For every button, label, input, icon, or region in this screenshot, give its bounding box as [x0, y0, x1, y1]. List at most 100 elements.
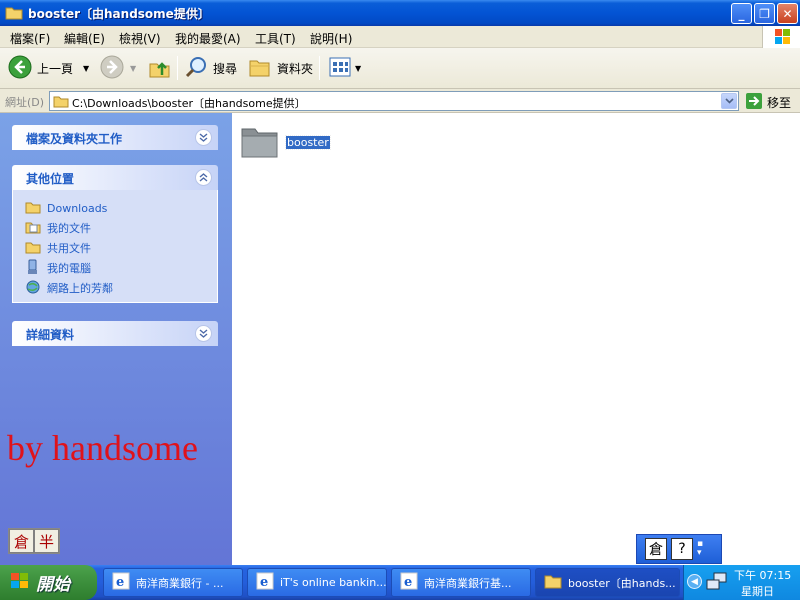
expand-chevron-icon[interactable]	[195, 325, 212, 342]
ie-icon: e	[112, 572, 130, 593]
ime-language-button[interactable]: 倉	[645, 538, 667, 560]
place-link-network-places[interactable]: 網路上的芳鄰	[25, 278, 217, 298]
menu-favorites[interactable]: 我的最愛(A)	[175, 30, 241, 47]
views-dropdown-icon: ▼	[355, 63, 362, 73]
place-label: Downloads	[47, 201, 108, 215]
folder-icon	[5, 5, 23, 23]
help-button[interactable]: ?	[671, 538, 693, 560]
task-label: booster〔由hands...	[568, 576, 676, 590]
maximize-button[interactable]: ❐	[754, 3, 775, 24]
forward-button[interactable]: ▼	[100, 54, 136, 82]
place-label: 網路上的芳鄰	[47, 282, 113, 295]
folders-button[interactable]: 資料夾	[248, 54, 313, 82]
details-panel: 詳細資料	[12, 321, 218, 346]
shared-folder-icon	[25, 240, 41, 257]
place-link-downloads[interactable]: Downloads	[25, 198, 217, 218]
forward-dropdown-icon[interactable]: ▼	[130, 64, 136, 73]
menu-view[interactable]: 檢視(V)	[119, 30, 161, 47]
menu-tools[interactable]: 工具(T)	[255, 30, 296, 47]
clock-day: 星期日	[741, 585, 774, 598]
folder-item[interactable]: booster	[240, 123, 331, 162]
large-folder-icon	[240, 123, 280, 162]
ie-icon: e	[400, 572, 418, 593]
place-link-my-computer[interactable]: 我的電腦	[25, 258, 217, 278]
back-button[interactable]: 上一頁 ▼	[8, 54, 89, 82]
windows-logo-icon	[762, 26, 800, 48]
system-tray: ◀ 下午 07:15 星期日	[683, 565, 800, 600]
my-documents-icon	[25, 220, 41, 237]
up-folder-icon	[148, 55, 172, 82]
language-bar: 倉 ? ▪ ▾	[636, 534, 722, 564]
go-arrow-icon	[745, 92, 763, 113]
title-bar[interactable]: booster〔由handsome提供〕 _ ❐ ✕	[0, 0, 800, 26]
minimize-button[interactable]: _	[731, 3, 752, 24]
taskbar-item-ie-3[interactable]: e 南洋商業銀行基...	[391, 568, 531, 597]
folders-label: 資料夾	[277, 61, 314, 76]
details-header[interactable]: 詳細資料	[12, 321, 218, 346]
forward-arrow-icon	[100, 55, 124, 82]
address-label: 網址(D)	[5, 96, 45, 109]
svg-text:e: e	[260, 575, 268, 590]
network-icon[interactable]	[706, 572, 728, 595]
file-tasks-title: 檔案及資料夾工作	[26, 132, 123, 146]
go-button[interactable]: 移至	[745, 92, 791, 113]
tray-expand-icon[interactable]: ◀	[687, 574, 702, 589]
other-places-header[interactable]: 其他位置	[12, 165, 218, 190]
file-tasks-header[interactable]: 檔案及資料夾工作	[12, 125, 218, 150]
place-label: 共用文件	[47, 242, 91, 255]
place-label: 我的文件	[47, 222, 91, 235]
menu-help[interactable]: 說明(H)	[310, 30, 352, 47]
svg-text:e: e	[404, 575, 412, 590]
my-computer-icon	[25, 259, 41, 278]
ime-half-width-button[interactable]: 半	[34, 529, 59, 553]
start-label: 開始	[36, 575, 70, 595]
views-button[interactable]: ▼	[329, 54, 361, 82]
up-folder-button[interactable]	[148, 54, 172, 82]
address-input[interactable]: C:\Downloads\booster〔由handsome提供〕	[49, 91, 739, 111]
ime-input-mode-button[interactable]: 倉	[9, 529, 34, 553]
back-arrow-icon	[8, 55, 32, 82]
taskbar-item-explorer[interactable]: booster〔由hands...	[535, 568, 680, 597]
other-places-panel: 其他位置 Downloads 我的文件 共用文件 我的電腦 網路上的芳鄰	[12, 165, 218, 303]
start-button[interactable]: 開始	[0, 565, 97, 600]
menu-edit[interactable]: 編輯(E)	[64, 30, 105, 47]
expand-chevron-icon[interactable]	[195, 129, 212, 146]
search-button[interactable]: 搜尋	[184, 54, 237, 82]
details-title: 詳細資料	[26, 328, 75, 342]
search-label: 搜尋	[213, 61, 238, 76]
ie-icon: e	[256, 572, 274, 593]
place-link-my-documents[interactable]: 我的文件	[25, 218, 217, 238]
menu-bar: 檔案(F) 編輯(E) 檢視(V) 我的最愛(A) 工具(T) 說明(H)	[0, 26, 800, 48]
task-label: 南洋商業銀行 - ...	[136, 576, 224, 590]
other-places-body: Downloads 我的文件 共用文件 我的電腦 網路上的芳鄰	[12, 190, 218, 303]
place-link-shared-documents[interactable]: 共用文件	[25, 238, 217, 258]
taskbar-item-ie-1[interactable]: e 南洋商業銀行 - ...	[103, 568, 243, 597]
task-pane: 檔案及資料夾工作 其他位置 Downloads 我的文件 共用文件 我的電腦 網…	[0, 113, 232, 565]
task-label: iT's online bankin...	[280, 576, 387, 589]
langbar-options-icon[interactable]: ▪ ▾	[697, 540, 703, 558]
network-places-icon	[25, 279, 41, 298]
svg-text:e: e	[116, 575, 124, 590]
file-list-area[interactable]: booster	[232, 113, 800, 565]
taskbar: 開始 e 南洋商業銀行 - ... e iT's online bankin..…	[0, 565, 800, 600]
collapse-chevron-icon[interactable]	[195, 169, 212, 186]
toolbar: 上一頁 ▼ ▼ 搜尋 資料夾 ▼	[0, 48, 800, 89]
other-places-title: 其他位置	[26, 172, 75, 186]
address-bar: 網址(D) C:\Downloads\booster〔由handsome提供〕 …	[0, 89, 800, 113]
menu-file[interactable]: 檔案(F)	[10, 30, 50, 47]
watermark-text: by handsome	[7, 428, 198, 468]
address-value: C:\Downloads\booster〔由handsome提供〕	[72, 97, 306, 110]
task-label: 南洋商業銀行基...	[424, 576, 512, 590]
folder-icon	[544, 573, 562, 592]
address-dropdown-icon[interactable]	[721, 93, 737, 109]
clock-time[interactable]: 下午 07:15	[734, 567, 791, 583]
close-button[interactable]: ✕	[777, 3, 798, 24]
ime-toolbar: 倉 半	[8, 528, 60, 554]
folder-name[interactable]: booster	[285, 135, 331, 150]
taskbar-item-ie-2[interactable]: e iT's online bankin...	[247, 568, 387, 597]
file-tasks-panel: 檔案及資料夾工作	[12, 125, 218, 150]
back-dropdown-icon[interactable]: ▼	[83, 64, 89, 73]
window-title: booster〔由handsome提供〕	[28, 7, 210, 21]
folder-icon	[25, 200, 41, 217]
back-label: 上一頁	[37, 61, 74, 76]
